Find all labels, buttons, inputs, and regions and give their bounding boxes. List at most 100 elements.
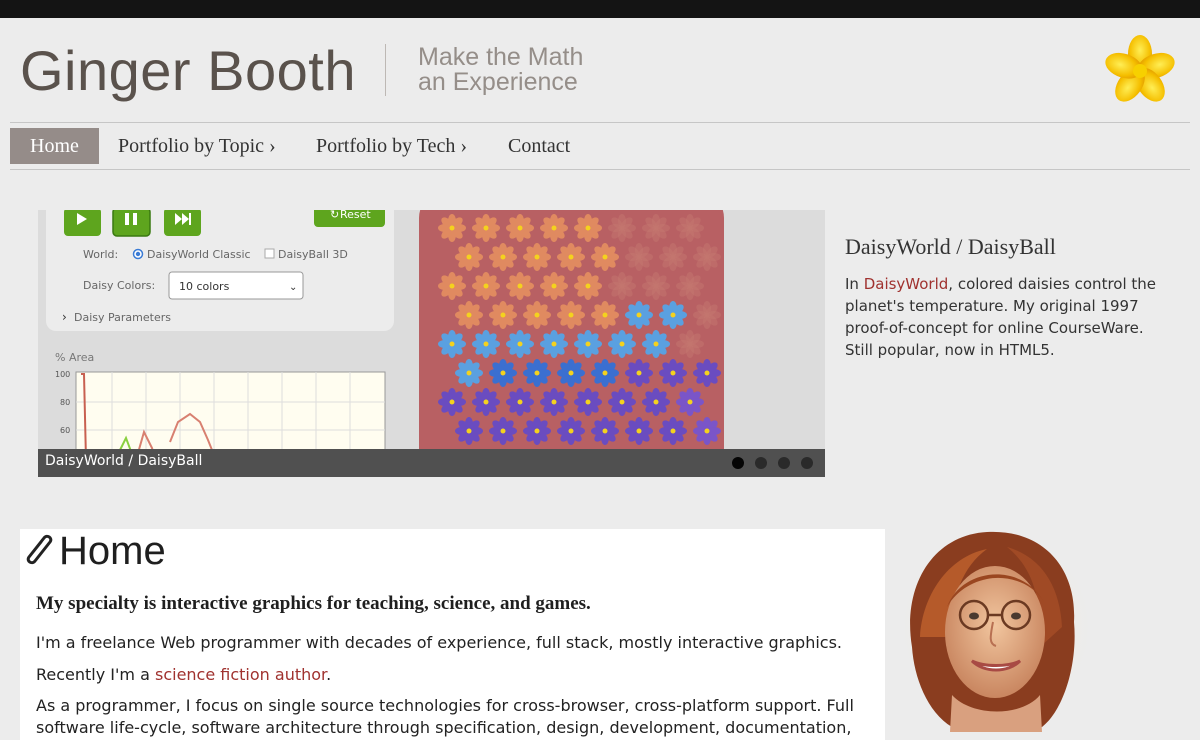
daisy — [642, 272, 670, 300]
yellow-flower-icon[interactable] — [1100, 34, 1180, 108]
daisy — [676, 330, 704, 358]
pause-icon — [125, 213, 129, 225]
author-suffix: . — [326, 665, 332, 684]
nav-item-home[interactable]: Home — [10, 128, 99, 164]
intro-paragraph: I'm a freelance Web programmer with deca… — [36, 633, 842, 652]
skip-bar-icon — [189, 213, 191, 225]
world-radio-daisyball[interactable] — [264, 248, 275, 259]
daisy — [472, 214, 500, 242]
daisy — [489, 301, 517, 329]
daisy — [574, 272, 602, 300]
daisy — [608, 330, 636, 358]
reset-icon: ↻ — [330, 210, 339, 221]
daisy — [659, 417, 687, 445]
daisy — [625, 301, 653, 329]
daisy — [472, 272, 500, 300]
specialty-statement: My specialty is interactive graphics for… — [36, 593, 591, 614]
daisyworld-link[interactable]: DaisyWorld — [864, 275, 949, 293]
daisy — [693, 301, 721, 329]
author-prefix: Recently I'm a — [36, 665, 155, 684]
chevron-right-icon: › — [62, 310, 67, 324]
tagline: Make the Math an Experience — [418, 45, 583, 95]
tagline-line-2: an Experience — [418, 68, 578, 96]
daisy — [659, 301, 687, 329]
daisy — [676, 272, 704, 300]
daisy — [455, 301, 483, 329]
play-button[interactable] — [64, 210, 101, 236]
colors-label: Daisy Colors: — [83, 279, 155, 292]
daisy — [676, 388, 704, 416]
daisy — [438, 388, 466, 416]
daisy — [642, 214, 670, 242]
y-tick-60: 60 — [60, 426, 70, 435]
feature-description: In DaisyWorld, colored daisies control t… — [845, 273, 1175, 361]
y-tick-100: 100 — [55, 370, 70, 379]
daisy — [523, 243, 551, 271]
daisy — [693, 417, 721, 445]
slider-dot-3[interactable] — [778, 457, 790, 469]
nav-item-contact[interactable]: Contact — [508, 128, 570, 164]
daisy — [523, 417, 551, 445]
daisy — [438, 214, 466, 242]
colors-value: 10 colors — [179, 280, 230, 293]
main-nav: Home Portfolio by Topic › Portfolio by T… — [10, 122, 1190, 170]
area-chart-label: % Area — [55, 351, 94, 364]
author-paragraph: Recently I'm a science fiction author. — [36, 664, 866, 686]
daisy — [523, 359, 551, 387]
top-bar — [0, 0, 1200, 18]
page-title: Home — [59, 529, 166, 573]
daisy — [540, 388, 568, 416]
slider-dot-2[interactable] — [755, 457, 767, 469]
daisy — [489, 243, 517, 271]
programmer-paragraph: As a programmer, I focus on single sourc… — [36, 696, 854, 737]
daisy — [659, 359, 687, 387]
daisy — [693, 359, 721, 387]
daisy — [506, 214, 534, 242]
paperclip-icon — [26, 534, 53, 565]
y-tick-80: 80 — [60, 398, 70, 407]
radio-dot — [135, 251, 141, 257]
chevron-down-icon: ⌄ — [289, 282, 297, 293]
daisy — [506, 330, 534, 358]
daisy — [438, 330, 466, 358]
daisy — [557, 243, 585, 271]
daisy — [472, 388, 500, 416]
daisy — [642, 330, 670, 358]
daisy — [625, 359, 653, 387]
daisy — [506, 272, 534, 300]
site-title[interactable]: Ginger Booth — [20, 38, 356, 103]
daisy — [574, 330, 602, 358]
science-fiction-author-link[interactable]: science fiction author — [155, 665, 326, 684]
slider-dot-4[interactable] — [801, 457, 813, 469]
main-content-card: Home My specialty is interactive graphic… — [20, 529, 885, 740]
reset-label: Reset — [340, 210, 371, 221]
daisy — [625, 417, 653, 445]
daisy — [693, 243, 721, 271]
daisy — [540, 330, 568, 358]
world-option-classic: DaisyWorld Classic — [147, 248, 251, 261]
daisy — [591, 359, 619, 387]
tagline-line-1: Make the Math — [418, 43, 584, 71]
world-label: World: — [83, 248, 118, 261]
slider-caption: DaisyWorld / DaisyBall — [45, 453, 203, 469]
daisy — [455, 243, 483, 271]
daisy — [608, 388, 636, 416]
daisy — [557, 359, 585, 387]
nav-item-portfolio-by-topic[interactable]: Portfolio by Topic › — [118, 128, 276, 164]
daisy — [608, 272, 636, 300]
daisy — [608, 214, 636, 242]
daisy — [472, 330, 500, 358]
feature-desc-prefix: In — [845, 275, 864, 293]
pause-button[interactable] — [112, 210, 151, 237]
image-slider[interactable]: ↻ Reset World: DaisyWorld Classic DaisyB… — [38, 210, 825, 477]
daisy-parameters-toggle[interactable]: Daisy Parameters — [74, 311, 171, 324]
feature-title: DaisyWorld / DaisyBall — [845, 234, 1056, 259]
slider-dot-1[interactable] — [732, 457, 744, 469]
daisy — [591, 243, 619, 271]
daisy — [455, 417, 483, 445]
slider-caption-bar: DaisyWorld / DaisyBall — [38, 449, 825, 477]
nav-item-portfolio-by-tech[interactable]: Portfolio by Tech › — [316, 128, 467, 164]
daisy — [591, 301, 619, 329]
daisy — [489, 359, 517, 387]
pause-icon-bar — [133, 213, 137, 225]
